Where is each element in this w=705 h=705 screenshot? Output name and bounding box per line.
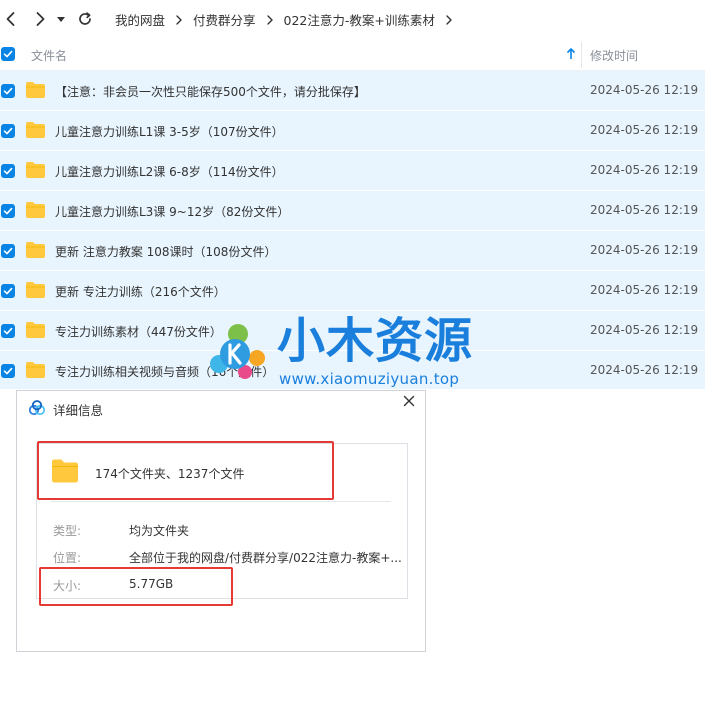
check-icon <box>3 367 13 375</box>
chevron-right-icon <box>175 14 183 25</box>
file-name[interactable]: 儿童注意力训练L1课 3-5岁（107份文件） <box>55 123 284 140</box>
folder-icon <box>26 322 45 338</box>
watermark-url: www.xiaomuziyuan.top <box>279 370 460 388</box>
history-dropdown-button[interactable] <box>53 8 69 30</box>
file-name[interactable]: 儿童注意力训练L2课 6-8岁（114份文件） <box>55 163 284 180</box>
breadcrumb-item-current-folder[interactable]: 022注意力-教案+训练素材 <box>284 10 435 29</box>
check-icon <box>3 207 13 215</box>
check-icon <box>3 127 13 135</box>
file-row[interactable]: 儿童注意力训练L2课 6-8岁（114份文件） 2024-05-26 12:19 <box>0 151 705 191</box>
refresh-button[interactable] <box>74 8 96 30</box>
folder-icon <box>26 202 45 218</box>
file-modified-time: 2024-05-26 12:19 <box>590 283 699 297</box>
file-row[interactable]: 更新 专注力训练（216个文件） 2024-05-26 12:19 <box>0 271 705 311</box>
file-modified-time: 2024-05-26 12:19 <box>590 323 699 337</box>
column-header-modified-time[interactable]: 修改时间 <box>590 47 638 64</box>
breadcrumb-item-paid-share[interactable]: 付费群分享 <box>193 10 256 29</box>
chevron-left-icon <box>6 12 15 26</box>
file-modified-time: 2024-05-26 12:19 <box>590 243 699 257</box>
watermark: 小木资源 www.xiaomuziyuan.top <box>205 312 495 392</box>
row-checkbox[interactable] <box>1 124 15 138</box>
location-value[interactable]: 全部位于我的网盘/付费群分享/022注意力-教案+... <box>129 549 402 566</box>
sort-ascending-icon[interactable] <box>566 48 576 60</box>
folder-icon <box>26 122 45 138</box>
chevron-right-icon[interactable] <box>445 14 453 25</box>
check-icon <box>3 287 13 295</box>
file-name[interactable]: 专注力训练素材（447份文件） <box>55 323 222 340</box>
row-checkbox[interactable] <box>1 204 15 218</box>
back-button[interactable] <box>0 8 22 30</box>
close-icon[interactable] <box>402 394 416 408</box>
navigation-bar: 我的网盘 付费群分享 022注意力-教案+训练素材 <box>0 0 705 38</box>
file-list-header: 文件名 修改时间 <box>0 38 705 71</box>
file-modified-time: 2024-05-26 12:19 <box>590 123 699 137</box>
row-checkbox[interactable] <box>1 164 15 178</box>
file-row[interactable]: 儿童注意力训练L1课 3-5岁（107份文件） 2024-05-26 12:19 <box>0 111 705 151</box>
check-icon <box>3 327 13 335</box>
details-dialog: 详细信息 174个文件夹、1237个文件 类型: 均为文件夹 位置: 全部位于我… <box>16 390 426 652</box>
file-modified-time: 2024-05-26 12:19 <box>590 363 699 377</box>
chevron-right-icon <box>266 14 274 25</box>
file-name[interactable]: 【注意：非会员一次性只能保存500个文件，请分批保存】 <box>55 83 366 100</box>
forward-button[interactable] <box>29 8 51 30</box>
file-row[interactable]: 更新 注意力教案 108课时（108份文件） 2024-05-26 12:19 <box>0 231 705 271</box>
check-icon <box>3 247 13 255</box>
type-label: 类型: <box>53 524 82 538</box>
select-all-checkbox[interactable] <box>1 47 15 61</box>
caret-down-icon <box>57 17 65 22</box>
file-row[interactable]: 儿童注意力训练L3课 9~12岁（82份文件） 2024-05-26 12:19 <box>0 191 705 231</box>
chevron-right-icon <box>36 12 45 26</box>
highlight-box-size <box>39 567 233 606</box>
check-icon <box>3 167 13 175</box>
file-modified-time: 2024-05-26 12:19 <box>590 203 699 217</box>
file-row[interactable]: 【注意：非会员一次性只能保存500个文件，请分批保存】 2024-05-26 1… <box>0 71 705 111</box>
dialog-title: 详细信息 <box>53 403 104 418</box>
divider <box>51 501 391 502</box>
folder-icon <box>26 82 45 98</box>
column-divider[interactable] <box>581 42 582 68</box>
breadcrumb-item-my-drive[interactable]: 我的网盘 <box>115 10 165 29</box>
check-icon <box>3 50 13 58</box>
type-value: 均为文件夹 <box>129 524 190 538</box>
cloud-drive-logo-icon <box>28 400 46 416</box>
row-checkbox[interactable] <box>1 284 15 298</box>
folder-icon <box>26 282 45 298</box>
refresh-icon <box>79 12 91 25</box>
row-checkbox[interactable] <box>1 364 15 378</box>
folder-icon <box>26 242 45 258</box>
watermark-title: 小木资源 <box>277 313 474 369</box>
watermark-logo-icon <box>210 324 265 379</box>
file-name[interactable]: 儿童注意力训练L3课 9~12岁（82份文件） <box>55 203 289 220</box>
file-name[interactable]: 更新 专注力训练（216个文件） <box>55 283 226 300</box>
file-modified-time: 2024-05-26 12:19 <box>590 163 699 177</box>
breadcrumb: 我的网盘 付费群分享 022注意力-教案+训练素材 <box>115 10 463 29</box>
folder-icon <box>26 362 45 378</box>
location-label: 位置: <box>53 551 82 565</box>
column-header-name[interactable]: 文件名 <box>31 47 67 64</box>
row-checkbox[interactable] <box>1 244 15 258</box>
highlight-box-summary <box>37 441 334 500</box>
file-name[interactable]: 更新 注意力教案 108课时（108份文件） <box>55 243 276 260</box>
folder-icon <box>26 162 45 178</box>
file-modified-time: 2024-05-26 12:19 <box>590 83 699 97</box>
check-icon <box>3 87 13 95</box>
row-checkbox[interactable] <box>1 324 15 338</box>
row-checkbox[interactable] <box>1 84 15 98</box>
